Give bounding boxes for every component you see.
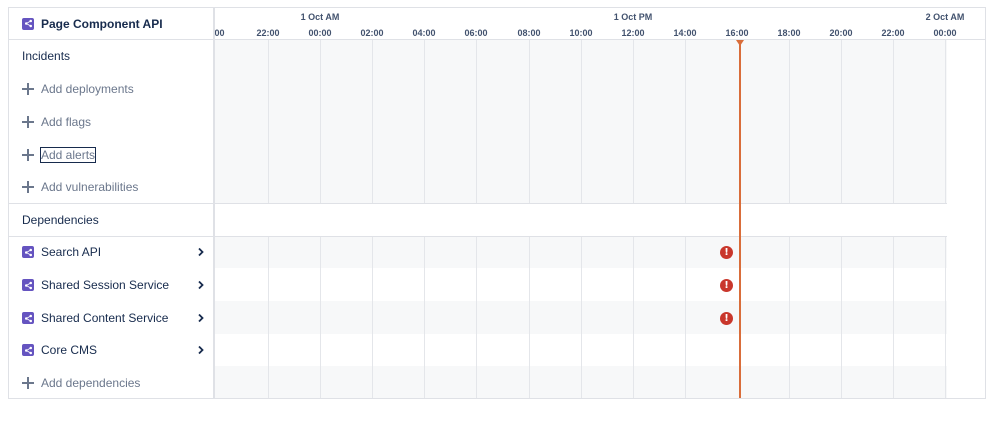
hour-label: :00 xyxy=(214,28,225,38)
grid-line xyxy=(476,40,477,203)
add-alerts-label: Add alerts xyxy=(39,147,97,163)
dependency-row-shared-session-service[interactable]: Shared Session Service xyxy=(9,269,214,301)
section-divider xyxy=(215,203,947,204)
current-time-marker-icon xyxy=(736,40,744,46)
date-label: 1 Oct AM xyxy=(300,12,340,22)
grid-line xyxy=(529,40,530,203)
dependency-label: Shared Content Service xyxy=(41,311,169,325)
alert-icon[interactable]: ! xyxy=(720,312,733,325)
dependency-row-core-cms[interactable]: Core CMS xyxy=(9,334,214,366)
add-deployments-label: Add deployments xyxy=(41,82,134,96)
hour-label: 16:00 xyxy=(725,28,749,38)
grid-line xyxy=(685,40,686,203)
grid-line xyxy=(581,236,582,398)
hour-label: 20:00 xyxy=(829,28,853,38)
grid-line xyxy=(841,236,842,398)
add-alerts-button[interactable]: Add alerts xyxy=(9,139,214,171)
add-dependencies-label: Add dependencies xyxy=(41,376,141,390)
service-share-icon xyxy=(22,17,34,30)
add-dependencies-button[interactable]: Add dependencies xyxy=(9,367,214,399)
section-divider xyxy=(215,236,947,237)
service-share-icon xyxy=(22,279,34,291)
panel-header: Page Component API xyxy=(9,8,214,40)
service-title: Page Component API xyxy=(41,16,163,31)
grid-line xyxy=(581,40,582,203)
date-label: 1 Oct PM xyxy=(613,12,653,22)
add-vulnerabilities-label: Add vulnerabilities xyxy=(41,180,139,194)
time-axis: 1 Oct AM 1 Oct PM 2 Oct AM :00 22:00 00:… xyxy=(214,8,985,40)
alert-icon[interactable]: ! xyxy=(720,279,733,292)
hour-label: 22:00 xyxy=(256,28,280,38)
hour-label: 04:00 xyxy=(412,28,436,38)
dependency-label: Search API xyxy=(41,245,102,259)
add-flags-button[interactable]: Add flags xyxy=(9,106,214,138)
hour-label: 12:00 xyxy=(621,28,645,38)
current-time-line xyxy=(739,40,741,398)
grid-line xyxy=(893,236,894,398)
grid-line xyxy=(685,236,686,398)
dependency-row-shared-content-service[interactable]: Shared Content Service xyxy=(9,302,214,334)
grid-line xyxy=(268,236,269,398)
hour-label: 10:00 xyxy=(569,28,593,38)
plus-icon xyxy=(22,116,34,128)
grid-line xyxy=(424,236,425,398)
grid-line xyxy=(893,40,894,203)
chevron-right-icon[interactable] xyxy=(194,343,208,357)
service-share-icon xyxy=(22,344,34,356)
add-flags-label: Add flags xyxy=(41,115,92,129)
grid-line xyxy=(789,40,790,203)
plus-icon xyxy=(22,181,34,193)
chevron-right-icon[interactable] xyxy=(194,245,208,259)
hour-label: 06:00 xyxy=(464,28,488,38)
chevron-right-icon[interactable] xyxy=(194,311,208,325)
timeline-panel: Page Component API 1 Oct AM 1 Oct PM 2 O… xyxy=(8,7,986,399)
grid-line xyxy=(320,236,321,398)
grid-line xyxy=(633,40,634,203)
hour-label: 18:00 xyxy=(777,28,801,38)
grid-line xyxy=(841,40,842,203)
chevron-right-icon[interactable] xyxy=(194,278,208,292)
hour-label: 14:00 xyxy=(673,28,697,38)
grid-line xyxy=(789,236,790,398)
add-deployments-button[interactable]: Add deployments xyxy=(9,73,214,105)
grid-line xyxy=(372,236,373,398)
grid-line xyxy=(633,236,634,398)
grid-line xyxy=(529,236,530,398)
alert-icon[interactable]: ! xyxy=(720,246,733,259)
service-share-icon xyxy=(22,312,34,324)
dependency-label: Shared Session Service xyxy=(41,278,170,292)
date-label: 2 Oct AM xyxy=(925,12,965,22)
grid-line xyxy=(945,236,946,398)
grid-line xyxy=(372,40,373,203)
dependencies-section-label: Dependencies xyxy=(22,213,99,227)
hour-label: 22:00 xyxy=(881,28,905,38)
grid-line xyxy=(476,236,477,398)
plus-icon xyxy=(22,83,34,95)
grid-line xyxy=(268,40,269,203)
timeline-grid: ! ! ! xyxy=(215,40,947,398)
dependency-row-search-api[interactable]: Search API xyxy=(9,236,214,268)
hour-label: 08:00 xyxy=(517,28,541,38)
plus-icon xyxy=(22,377,34,389)
service-share-icon xyxy=(22,246,34,258)
grid-line xyxy=(320,40,321,203)
grid-line xyxy=(945,40,946,203)
grid-line xyxy=(424,40,425,203)
incidents-section-label: Incidents xyxy=(22,49,71,63)
hour-label: 00:00 xyxy=(308,28,332,38)
dependencies-header-band xyxy=(215,203,947,236)
add-vulnerabilities-button[interactable]: Add vulnerabilities xyxy=(9,171,214,203)
dependency-label: Core CMS xyxy=(41,343,98,357)
plus-icon xyxy=(22,149,34,161)
hour-label: 02:00 xyxy=(360,28,384,38)
hour-label: 00:00 xyxy=(933,28,957,38)
